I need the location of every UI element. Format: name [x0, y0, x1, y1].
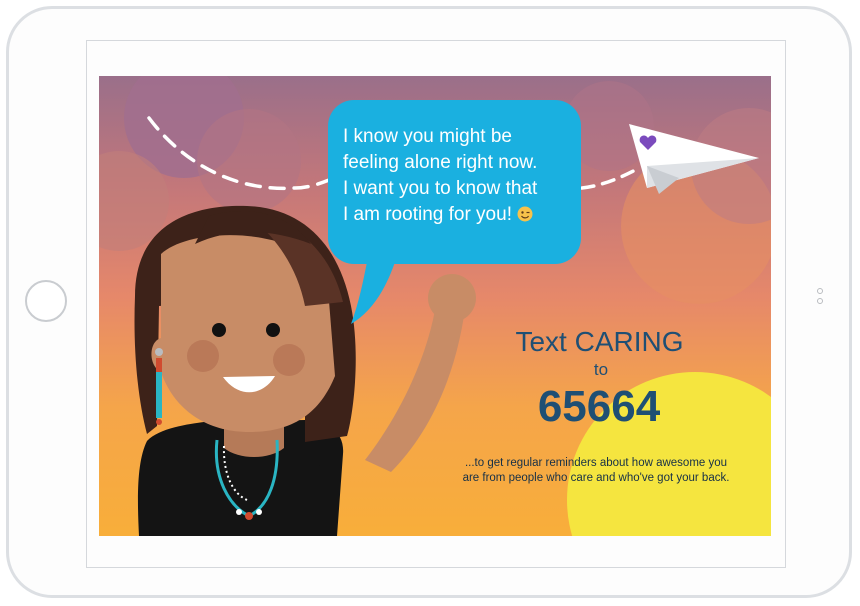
left-cheek — [187, 340, 219, 372]
cta-title: Text CARING — [515, 326, 684, 357]
message-line-4-text: I am rooting for you! — [343, 204, 512, 225]
message-line-3: I want you to know that — [343, 178, 538, 199]
smiling-face-emoji-icon — [517, 206, 533, 222]
flight-path-right — [580, 166, 641, 190]
speech-bubble-tail — [351, 262, 395, 324]
cta-description-line-2: are from people who care and who've got … — [462, 472, 730, 484]
cta-to: to — [593, 360, 609, 379]
screen-frame-top — [86, 40, 786, 41]
camera-dot — [817, 298, 823, 304]
cta-phone-number: 65664 — [537, 382, 661, 431]
message-line-2: feeling alone right now. — [343, 152, 538, 173]
sensor-dot — [817, 288, 823, 294]
cta-description: ...to get regular reminders about how aw… — [436, 456, 756, 486]
screen-frame-bottom — [86, 567, 786, 568]
message-line-4: I am rooting for you! — [343, 202, 567, 228]
right-cheek — [273, 344, 305, 376]
cta-description-line-1: ...to get regular reminders about how aw… — [464, 457, 728, 469]
left-eye — [212, 323, 226, 337]
cloud-shape-right — [564, 81, 771, 304]
message-line-1: I know you might be — [343, 126, 512, 147]
speech-bubble: I know you might be feeling alone right … — [328, 100, 581, 264]
home-button-icon[interactable] — [25, 280, 67, 322]
right-eye — [266, 323, 280, 337]
poster: I know you might be feeling alone right … — [99, 76, 771, 536]
raised-hand — [428, 274, 476, 322]
earring-icon — [155, 348, 163, 425]
